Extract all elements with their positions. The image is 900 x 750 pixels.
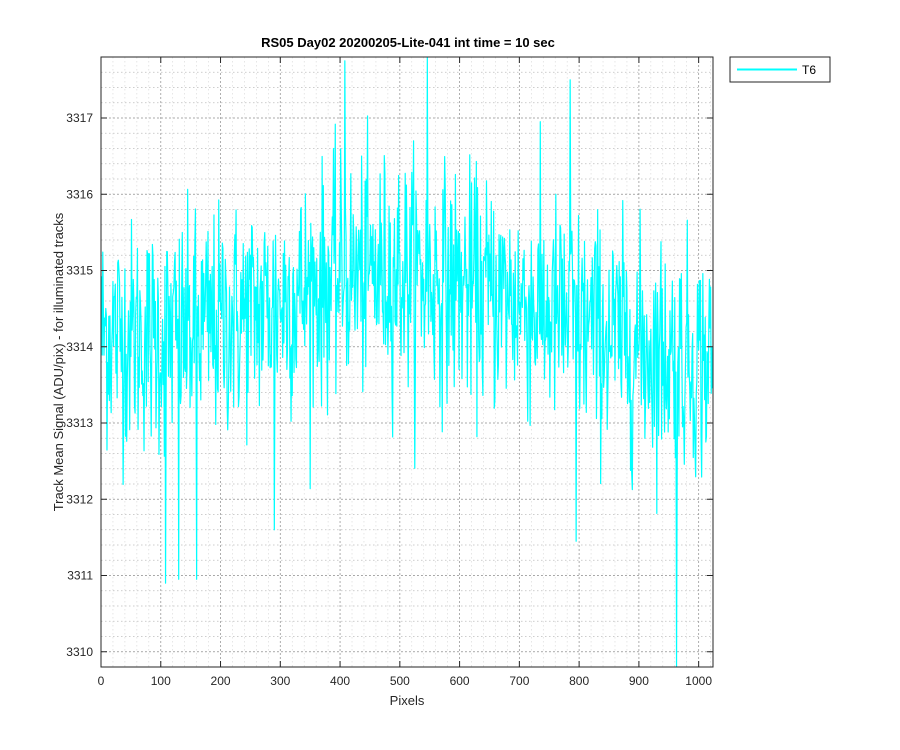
x-tick-label: 1000: [685, 674, 712, 688]
x-tick-label: 100: [151, 674, 171, 688]
y-tick-label: 3317: [66, 111, 93, 125]
x-tick-label: 0: [98, 674, 105, 688]
chart-figure: RS05 Day02 20200205-Lite-041 int time = …: [0, 0, 900, 750]
y-tick-label: 3315: [66, 264, 93, 278]
y-tick-label: 3312: [66, 492, 93, 506]
x-tick-label: 700: [509, 674, 529, 688]
y-tick-label: 3313: [66, 416, 93, 430]
x-tick-label: 200: [211, 674, 231, 688]
y-tick-label: 3316: [66, 187, 93, 201]
legend-label-t6: T6: [802, 63, 816, 77]
x-tick-label: 500: [390, 674, 410, 688]
legend: T6: [729, 56, 831, 83]
x-axis-label: Pixels: [390, 693, 425, 708]
y-axis-label: Track Mean Signal (ADU/pix) - for illumi…: [51, 212, 66, 511]
x-tick-label: 600: [450, 674, 470, 688]
y-tick-label: 3310: [66, 645, 93, 659]
x-tick-label: 800: [569, 674, 589, 688]
x-tick-label: 300: [270, 674, 290, 688]
x-tick-label: 400: [330, 674, 350, 688]
y-tick-label: 3311: [67, 569, 93, 583]
y-tick-label: 3314: [66, 340, 93, 354]
plot-area: 0 100 200 300 400 500 600 700 800 900 1000 3310 331…: [66, 56, 714, 688]
chart-title: RS05 Day02 20200205-Lite-041 int time = …: [261, 35, 555, 50]
x-tick-label: 900: [629, 674, 649, 688]
